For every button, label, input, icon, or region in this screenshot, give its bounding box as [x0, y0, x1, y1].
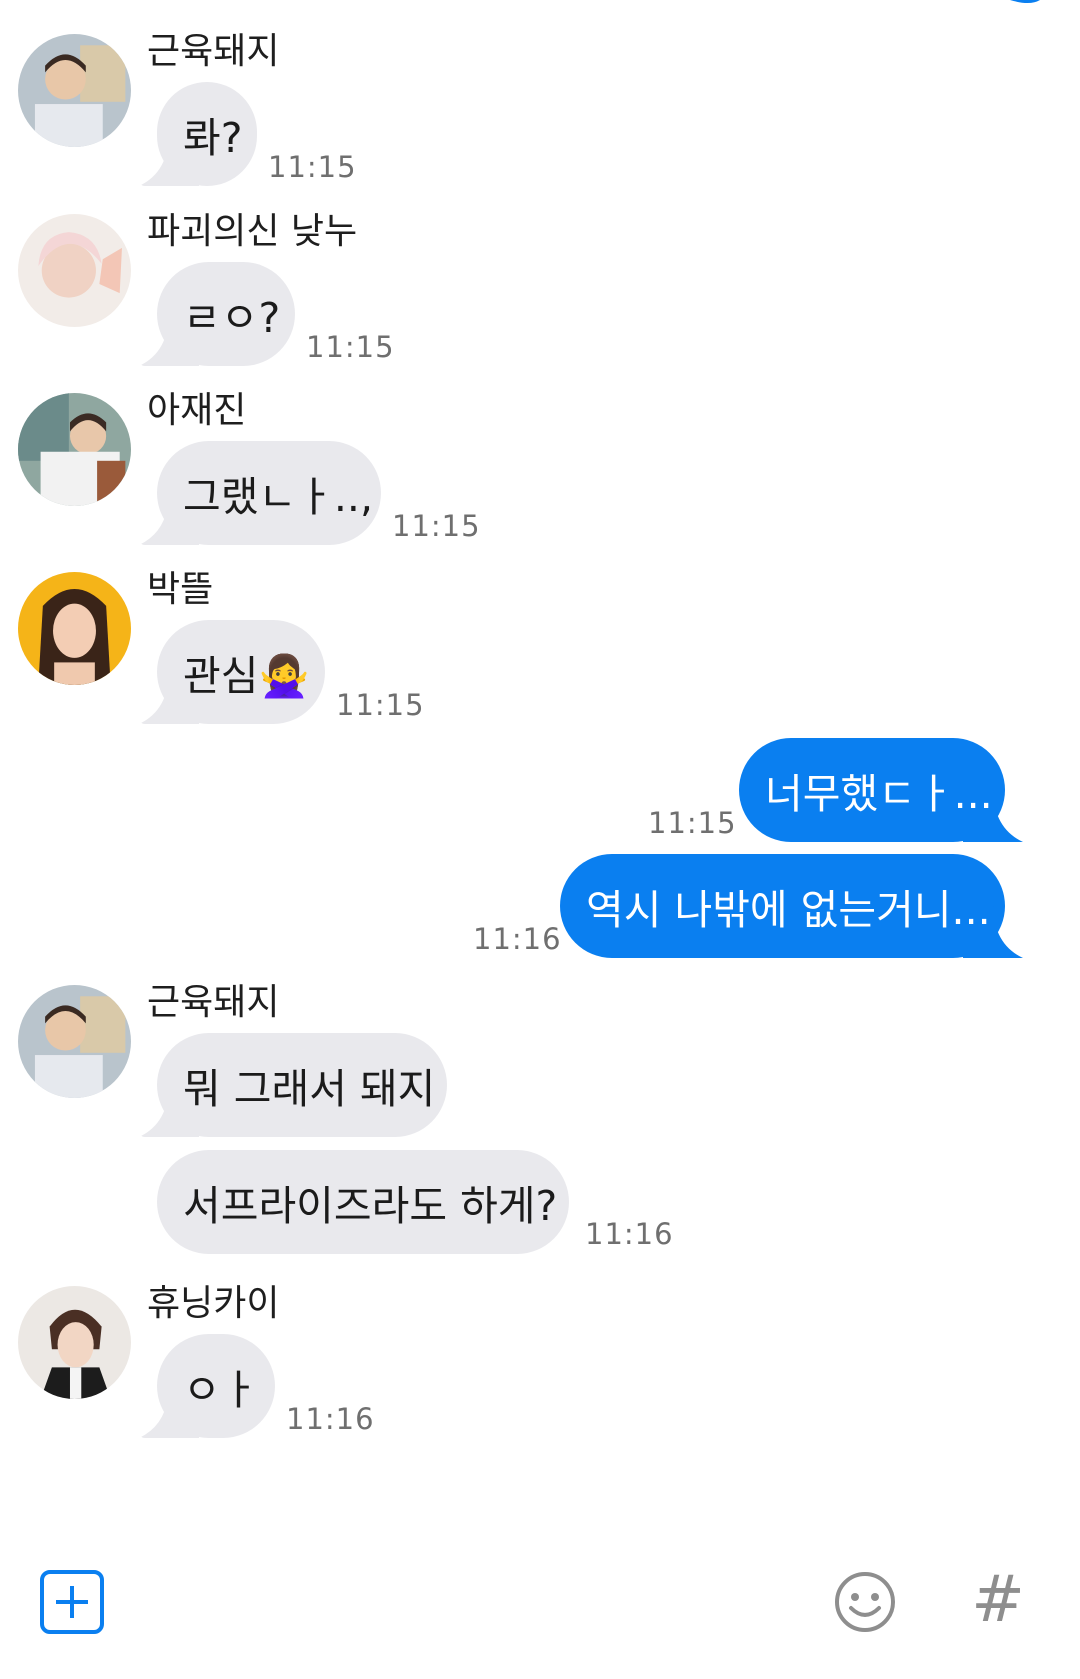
message-bubble[interactable]: 관심🙅‍♀️	[157, 620, 325, 724]
add-attachment-button[interactable]	[40, 1570, 104, 1634]
message-bubble[interactable]: 롸?	[157, 82, 257, 186]
avatar[interactable]	[18, 393, 131, 506]
previous-message-edge	[1010, 0, 1040, 3]
message-time: 11:15	[648, 806, 737, 840]
chat-input-bar: #	[0, 1564, 1080, 1679]
avatar[interactable]	[18, 214, 131, 327]
message-time: 11:16	[473, 922, 562, 956]
sender-name: 박뜰	[147, 569, 214, 610]
message-text: 서프라이즈라도 하게?	[183, 1182, 558, 1230]
message-bubble-outgoing[interactable]: 너무했ㄷㅏ...	[739, 738, 1005, 842]
message-bubble[interactable]: ㄹㅇ?	[157, 262, 295, 366]
avatar[interactable]	[18, 572, 131, 685]
message-text: 너무했ㄷㅏ...	[765, 770, 993, 818]
avatar[interactable]	[18, 1286, 131, 1399]
message-time: 11:15	[392, 509, 481, 543]
sender-name: 근육돼지	[147, 31, 280, 72]
hashtag-button[interactable]: #	[968, 1564, 1028, 1636]
message-bubble[interactable]: 뭐 그래서 돼지	[157, 1033, 447, 1137]
sender-name: 아재진	[147, 390, 247, 431]
message-bubble[interactable]: 그랬ㄴㅏ..,	[157, 441, 381, 545]
message-time: 11:15	[306, 330, 395, 364]
message-text: 롸?	[183, 114, 243, 162]
message-time: 11:15	[336, 688, 425, 722]
message-time: 11:16	[286, 1402, 375, 1436]
message-text: ㅇㅏ	[183, 1366, 259, 1414]
message-text: 역시 나밖에 없는거니...	[586, 886, 991, 934]
message-bubble-outgoing[interactable]: 역시 나밖에 없는거니...	[560, 854, 1005, 958]
message-bubble[interactable]: 서프라이즈라도 하게?	[157, 1150, 569, 1254]
message-text: 그랬ㄴㅏ..,	[183, 473, 373, 521]
message-text: 뭐 그래서 돼지	[183, 1065, 436, 1113]
message-bubble[interactable]: ㅇㅏ	[157, 1334, 275, 1438]
plus-square-icon	[56, 1586, 88, 1618]
avatar[interactable]	[18, 34, 131, 147]
message-time: 11:16	[585, 1217, 674, 1251]
message-text: ㄹㅇ?	[183, 294, 281, 342]
sender-name: 휴닝카이	[147, 1283, 280, 1324]
sender-name: 파괴의신 낮누	[147, 211, 358, 252]
avatar[interactable]	[18, 985, 131, 1098]
smiley-face-icon[interactable]	[833, 1570, 897, 1634]
message-text: 관심🙅‍♀️	[183, 652, 310, 700]
message-time: 11:15	[268, 150, 357, 184]
sender-name: 근육돼지	[147, 982, 280, 1023]
